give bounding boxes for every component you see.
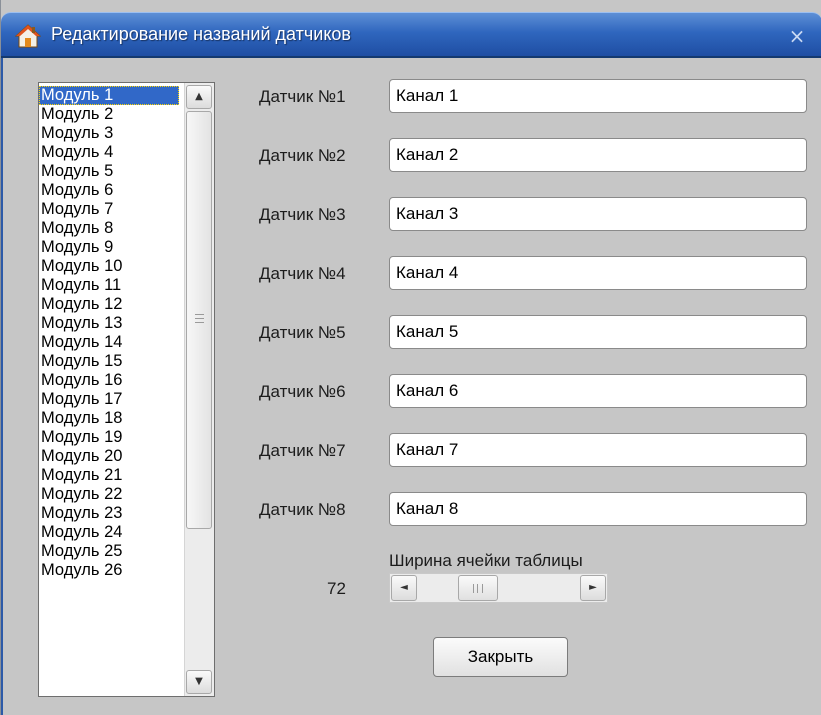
sensor-name-input-4[interactable] [389,256,807,290]
scroll-down-arrow-icon[interactable]: ▼ [186,670,212,694]
sensor-label-3: Датчик №3 [259,205,346,224]
sensor-name-input-7[interactable] [389,433,807,467]
module-list-items: Модуль 1 Модуль 2 Модуль 3 Модуль 4 Модуль 5… [39,86,179,580]
list-item[interactable]: Модуль 24 [39,523,179,542]
sensor-label-2: Датчик №2 [259,146,346,165]
module-list-scrollbar[interactable]: ▲ ▼ [184,83,214,696]
sensor-label-1: Датчик №1 [259,87,346,106]
cell-width-slider-thumb[interactable] [457,575,498,601]
module-list[interactable]: Модуль 1 Модуль 2 Модуль 3 Модуль 4 Модуль 5… [38,82,215,697]
list-item[interactable]: Модуль 22 [39,485,179,504]
list-item[interactable]: Модуль 11 [39,276,179,295]
list-item[interactable]: Модуль 26 [39,561,179,580]
window-title: Редактирование названий датчиков [51,24,351,44]
list-item[interactable]: Модуль 23 [39,504,179,523]
sensor-label-5: Датчик №5 [259,323,346,342]
sensor-name-input-5[interactable] [389,315,807,349]
sensor-name-input-2[interactable] [389,138,807,172]
list-item[interactable]: Модуль 19 [39,428,179,447]
list-item[interactable]: Модуль 6 [39,181,179,200]
window-frame-left [1,58,10,715]
cell-width-label: Ширина ячейки таблицы [389,551,583,570]
list-item[interactable]: Модуль 1 [39,86,179,105]
list-item[interactable]: Модуль 13 [39,314,179,333]
list-item[interactable]: Модуль 16 [39,371,179,390]
list-item[interactable]: Модуль 7 [39,200,179,219]
sensor-name-input-6[interactable] [389,374,807,408]
sensor-name-input-8[interactable] [389,492,807,526]
sensor-label-7: Датчик №7 [259,441,346,460]
cell-width-value: 72 [327,579,346,598]
sensor-label-4: Датчик №4 [259,264,346,283]
scroll-right-arrow-icon[interactable]: ► [580,575,606,601]
list-item[interactable]: Модуль 25 [39,542,179,561]
list-item[interactable]: Модуль 20 [39,447,179,466]
list-item[interactable]: Модуль 8 [39,219,179,238]
close-icon[interactable]: × [783,22,811,50]
list-item[interactable]: Модуль 10 [39,257,179,276]
list-item[interactable]: Модуль 15 [39,352,179,371]
list-item[interactable]: Модуль 17 [39,390,179,409]
list-item[interactable]: Модуль 2 [39,105,179,124]
scroll-up-arrow-icon[interactable]: ▲ [186,85,212,109]
title-bar[interactable]: Редактирование названий датчиков × [1,12,821,58]
list-item[interactable]: Модуль 3 [39,124,179,143]
sensor-name-input-3[interactable] [389,197,807,231]
list-item[interactable]: Модуль 14 [39,333,179,352]
grip-icon [472,584,483,593]
list-item[interactable]: Модуль 21 [39,466,179,485]
scrollbar-thumb[interactable] [186,111,212,529]
grip-icon [195,314,204,323]
home-icon [15,24,41,48]
cell-width-slider[interactable]: ◄ ► [389,573,608,603]
list-item[interactable]: Модуль 5 [39,162,179,181]
sensor-label-8: Датчик №8 [259,500,346,519]
sensor-names-dialog: Редактирование названий датчиков × Модул… [0,0,821,715]
scroll-left-arrow-icon[interactable]: ◄ [391,575,417,601]
list-item[interactable]: Модуль 12 [39,295,179,314]
list-item[interactable]: Модуль 18 [39,409,179,428]
close-button[interactable]: Закрыть [433,637,568,677]
sensor-name-input-1[interactable] [389,79,807,113]
list-item[interactable]: Модуль 9 [39,238,179,257]
list-item[interactable]: Модуль 4 [39,143,179,162]
sensor-label-6: Датчик №6 [259,382,346,401]
